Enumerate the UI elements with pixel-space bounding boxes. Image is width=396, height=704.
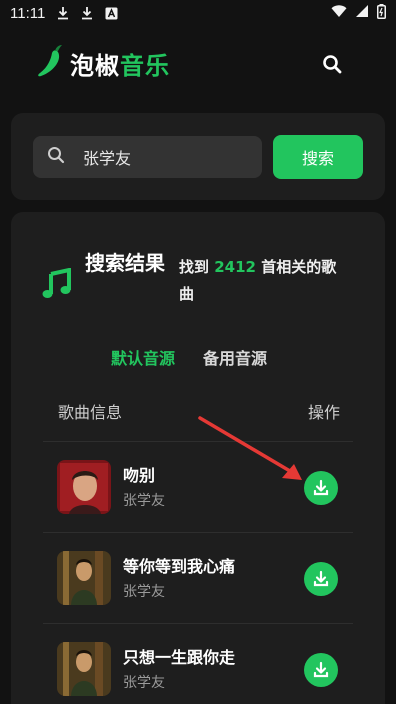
album-cover xyxy=(57,460,111,514)
status-bar: 11:11 xyxy=(0,0,396,26)
download-notification-icon xyxy=(55,5,71,21)
search-icon xyxy=(47,146,65,168)
battery-icon xyxy=(377,3,386,23)
signal-icon xyxy=(355,4,369,22)
song-row[interactable]: 等你等到我心痛 张学友 xyxy=(43,533,353,623)
song-artist: 张学友 xyxy=(123,675,165,691)
song-title: 只想一生跟你走 xyxy=(123,648,236,667)
album-cover xyxy=(57,551,111,605)
download-notification-icon xyxy=(79,5,95,21)
chili-pepper-icon xyxy=(36,43,68,83)
app-title: 泡椒音乐 xyxy=(70,51,170,80)
music-note-icon xyxy=(41,267,73,304)
search-card: 张学友 搜索 xyxy=(11,113,385,200)
download-icon xyxy=(313,661,329,678)
app-header: 泡椒音乐 xyxy=(0,26,396,100)
wifi-icon xyxy=(331,4,347,22)
tab-default-source[interactable]: 默认音源 xyxy=(111,345,175,369)
search-input[interactable]: 张学友 xyxy=(33,136,262,178)
search-button[interactable]: 搜索 xyxy=(273,135,363,179)
download-button[interactable] xyxy=(304,653,338,687)
results-title: 搜索结果 xyxy=(85,251,165,275)
annotation-arrow xyxy=(198,416,302,480)
search-query-text: 张学友 xyxy=(83,149,132,168)
song-artist: 张学友 xyxy=(123,493,165,509)
download-button[interactable] xyxy=(304,562,338,596)
results-header: 搜索结果 找到 2412 首相关的歌曲 xyxy=(41,248,349,308)
song-row[interactable]: 只想一生跟你走 张学友 xyxy=(43,624,353,704)
app-notification-icon xyxy=(103,5,119,21)
search-icon[interactable] xyxy=(320,52,344,76)
song-title: 等你等到我心痛 xyxy=(123,557,236,576)
results-count: 找到 2412 首相关的歌曲 xyxy=(179,258,337,303)
song-artist: 张学友 xyxy=(123,584,165,600)
song-title: 吻别 xyxy=(123,466,156,485)
album-cover xyxy=(57,642,111,696)
status-time: 11:11 xyxy=(10,4,46,22)
tab-backup-source[interactable]: 备用音源 xyxy=(203,345,267,369)
app-logo: 泡椒音乐 xyxy=(36,43,170,83)
column-song-info: 歌曲信息 xyxy=(58,403,123,422)
source-tabs: 默认音源 备用音源 xyxy=(111,345,267,369)
download-icon xyxy=(313,570,329,587)
